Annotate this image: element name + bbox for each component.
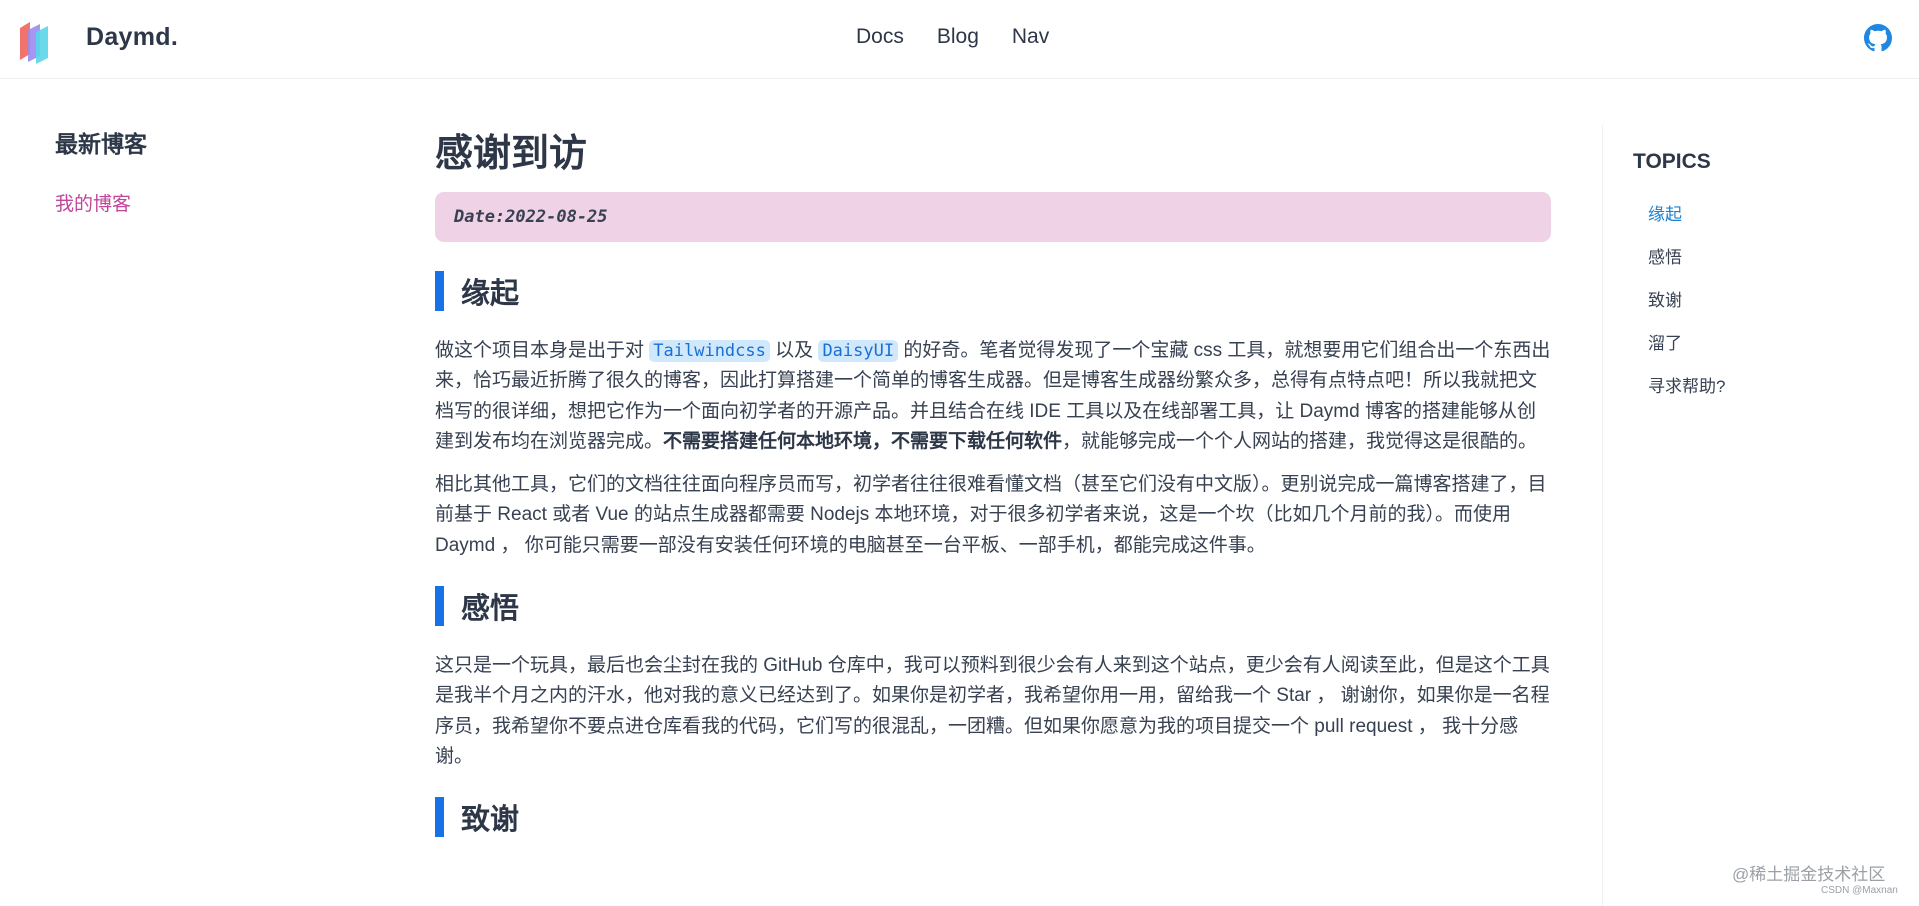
toc-title: TOPICS [1633, 150, 1711, 173]
section-heading-text: 感悟 [461, 593, 520, 626]
toc-divider [1602, 125, 1603, 906]
left-sidebar: 最新博客 我的博客 [55, 125, 147, 216]
date-text: Date:2022-08-25 [454, 207, 608, 227]
section-heading-text: 缘起 [461, 278, 520, 310]
daymd-logo-icon[interactable] [18, 14, 58, 64]
nav-nav[interactable]: Nav [1012, 25, 1049, 49]
paragraph-text: 做这个项目本身是出于对 [435, 340, 650, 361]
paragraph-text: 以及 [769, 340, 819, 361]
top-header: Daymd. Docs Blog Nav [0, 0, 1919, 79]
section-heading-insight: 感悟 [435, 585, 1551, 627]
sidebar-title: 最新博客 [55, 131, 147, 157]
article-title: 感谢到访 [435, 133, 588, 175]
paragraph-insight-1: 这只是一个玩具，最后也会尘封在我的 GitHub 仓库中，我可以预料到很少会有人… [435, 655, 1550, 767]
article: 感谢到访 Date:2022-08-25 缘起 做这个项目本身是出于对 Tail… [435, 130, 1551, 838]
inline-code-daisyui: DaisyUI [818, 340, 899, 362]
bold-text: 不需要搭建任何本地环境，不需要下载任何软件 [663, 430, 1063, 452]
paragraph-origin-1: 做这个项目本身是出于对 Tailwindcss 以及 DaisyUI 的好奇。笔… [435, 336, 1551, 457]
section-heading-thanks: 致谢 [435, 796, 1551, 838]
toc-item-help[interactable]: 寻求帮助? [1648, 365, 1725, 408]
heading-accent-bar [435, 271, 444, 311]
paragraph-origin-2: 相比其他工具，它们的文档往往面向程序员而写，初学者往往很难看懂文档（甚至它们没有… [435, 474, 1547, 556]
github-icon[interactable] [1864, 24, 1892, 52]
sidebar-link-my-blog[interactable]: 我的博客 [55, 189, 147, 216]
main-nav: Docs Blog Nav [856, 25, 1049, 49]
nav-blog[interactable]: Blog [937, 25, 979, 49]
toc-item-insight[interactable]: 感悟 [1648, 236, 1725, 279]
toc-item-leave[interactable]: 溜了 [1648, 322, 1725, 365]
date-badge: Date:2022-08-25 [435, 192, 1551, 242]
paragraph-text: ，就能够完成一个个人网站的搭建，我觉得这是很酷的。 [1062, 430, 1538, 452]
nav-docs[interactable]: Docs [856, 25, 904, 49]
toc-list: 缘起 感悟 致谢 溜了 寻求帮助? [1633, 193, 1725, 408]
brand-name[interactable]: Daymd. [86, 23, 178, 52]
inline-code-tailwindcss: Tailwindcss [649, 340, 770, 362]
section-heading-origin: 缘起 [435, 270, 1551, 312]
heading-accent-bar [435, 797, 444, 838]
heading-accent-bar [435, 586, 444, 627]
table-of-contents: TOPICS 缘起 感悟 致谢 溜了 寻求帮助? [1633, 150, 1725, 408]
section-heading-text: 致谢 [461, 804, 520, 837]
toc-item-thanks[interactable]: 致谢 [1648, 279, 1725, 322]
watermark-juejin: @稀土掘金技术社区 [1732, 865, 1886, 884]
watermark-csdn: CSDN @Maxnan [1821, 885, 1898, 896]
toc-item-origin[interactable]: 缘起 [1648, 193, 1725, 236]
